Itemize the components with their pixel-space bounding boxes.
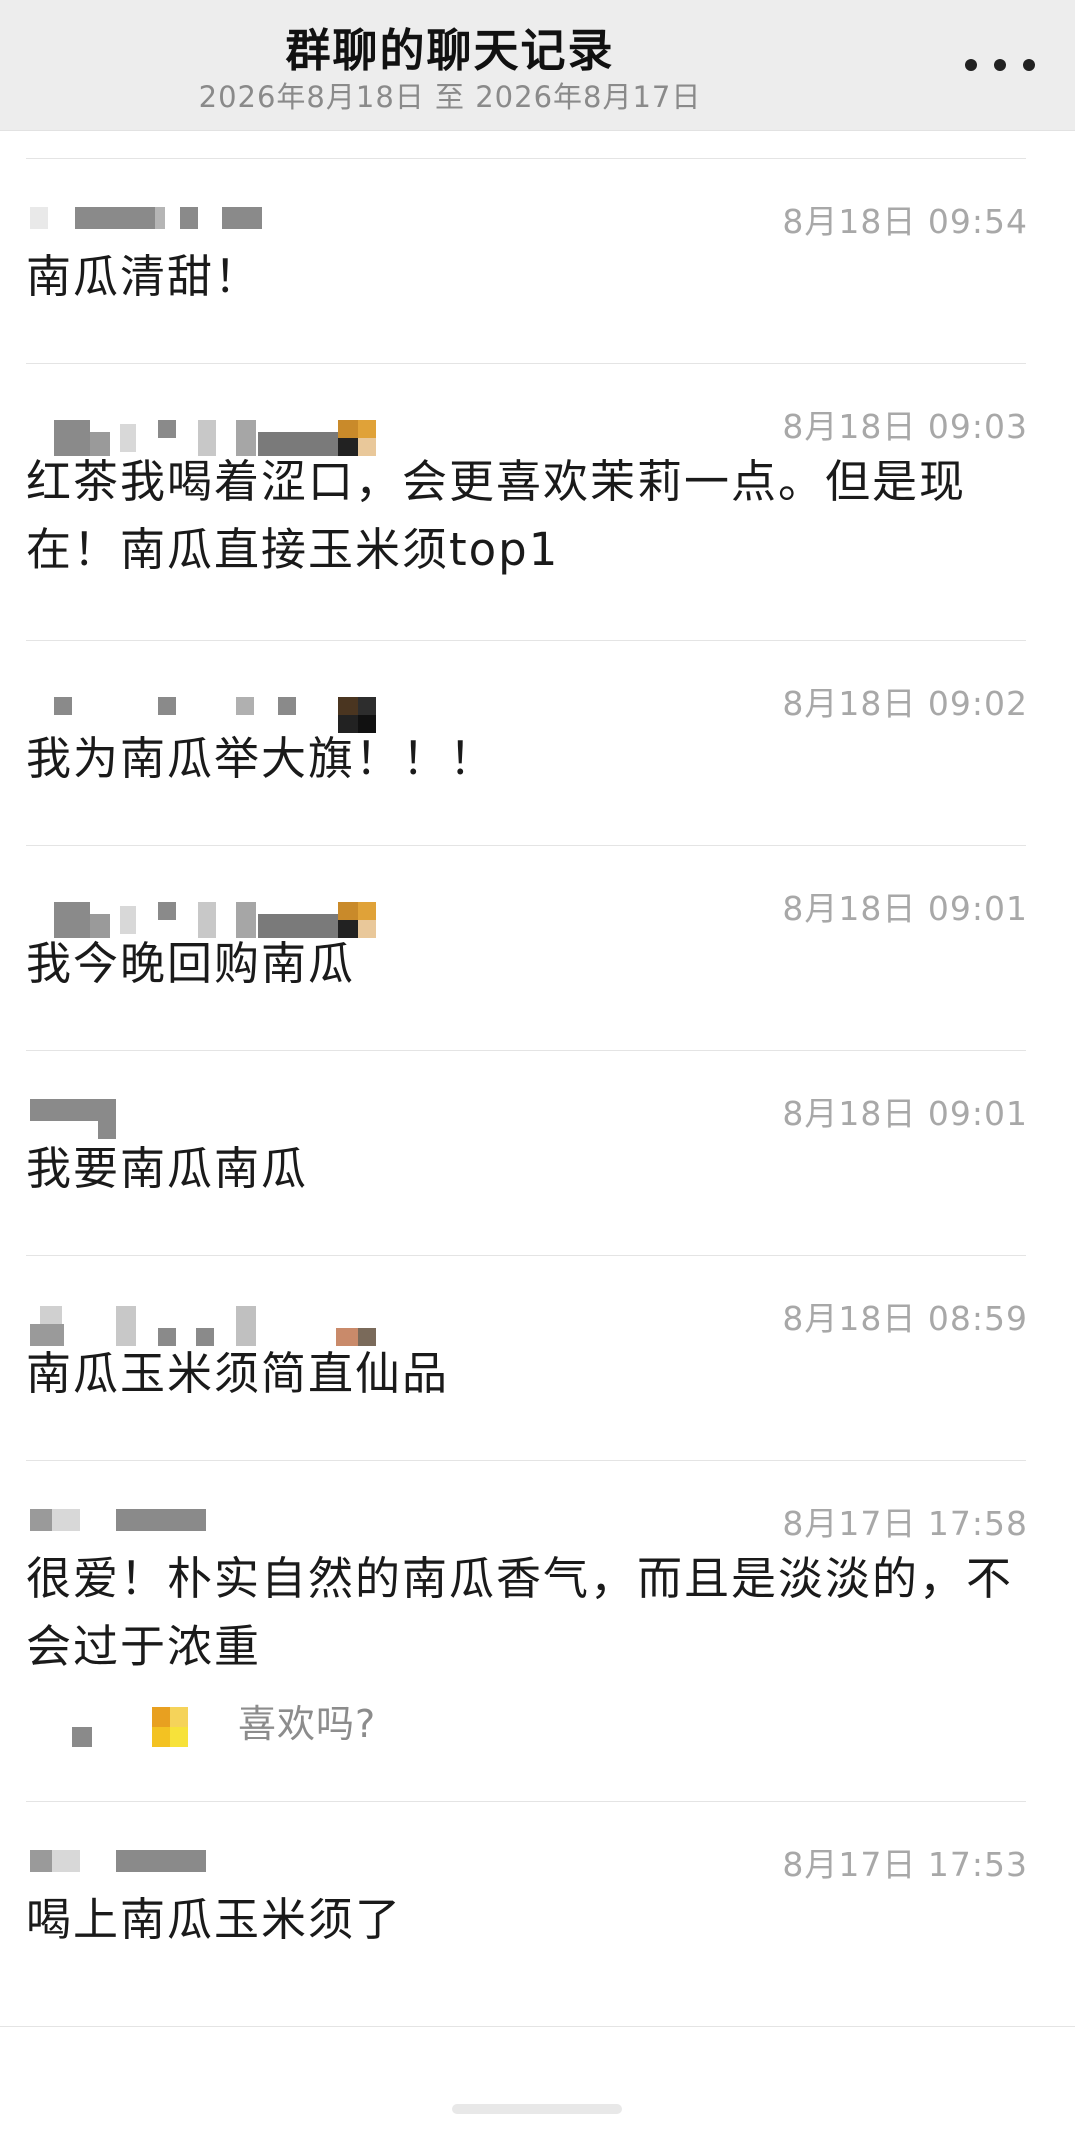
sender-name-redacted [30,420,410,456]
date-range: 2026年8月18日 至 2026年8月17日 [198,80,702,114]
sender-name-redacted [30,1099,410,1139]
message-item: 8月17日 17:53 喝上南瓜玉米须了 [26,1801,1028,2032]
message-time: 8月18日 08:59 [782,1299,1028,1338]
sender-name-redacted [30,1850,410,1874]
message-item: 8月18日 09:03 红茶我喝着涩口，会更喜欢茉莉一点。但是现在！南瓜直接玉米… [26,363,1028,640]
footer-divider [0,2026,1075,2147]
sender-name-redacted [30,697,410,733]
message-text: 喝上南瓜玉米须了 [26,1893,403,1946]
quoted-reply: 喜欢吗? [26,1685,1026,1769]
sender-name-redacted [30,1306,410,1346]
message-item: 8月18日 09:01 我今晚回购南瓜 [26,845,1028,1050]
message-text: 我为南瓜举大旗！！！ [26,732,497,785]
more-dot [1023,59,1035,71]
header-bar: 群聊的聊天记录 2026年8月18日 至 2026年8月17日 [0,0,1075,131]
message-list: 8月18日 09:54 南瓜清甜！ 8月18日 09:03 红茶我喝着涩口，会更… [26,158,1028,2032]
more-options-button[interactable] [965,40,1035,90]
message-time: 8月18日 09:02 [782,684,1028,723]
message-time: 8月18日 09:01 [782,889,1028,928]
message-time: 8月17日 17:53 [782,1845,1028,1884]
sender-name-redacted [30,207,410,231]
message-item: 8月17日 17:58 很爱！朴实自然的南瓜香气，而且是淡淡的，不会过于浓重 喜… [26,1460,1028,1801]
home-indicator[interactable] [452,2104,622,2114]
message-text: 红茶我喝着涩口，会更喜欢茉莉一点。但是现在！南瓜直接玉米须top1 [26,455,967,576]
message-text: 我今晚回购南瓜 [26,937,356,990]
page-title: 群聊的聊天记录 [285,24,615,77]
message-time: 8月17日 17:58 [782,1504,1028,1543]
message-text: 我要南瓜南瓜 [26,1142,309,1195]
sender-name-redacted [30,902,410,938]
sender-name-redacted [30,1509,410,1533]
message-item: 8月18日 08:59 南瓜玉米须简直仙品 [26,1255,1028,1460]
quote-text: 喜欢吗? [238,1702,377,1746]
message-item: 8月18日 09:54 南瓜清甜！ [26,158,1028,363]
message-text: 很爱！朴实自然的南瓜香气，而且是淡淡的，不会过于浓重 [26,1552,1014,1673]
more-dots-icon [965,59,977,71]
message-time: 8月18日 09:54 [782,202,1028,241]
more-dot [994,59,1006,71]
message-item: 8月18日 09:01 我要南瓜南瓜 [26,1050,1028,1255]
message-item: 8月18日 09:02 我为南瓜举大旗！！！ [26,640,1028,845]
quote-avatar-redacted [26,1707,206,1757]
message-time: 8月18日 09:01 [782,1094,1028,1133]
message-text: 南瓜清甜！ [26,250,262,303]
message-time: 8月18日 09:03 [782,407,1028,446]
message-text: 南瓜玉米须简直仙品 [26,1347,450,1400]
